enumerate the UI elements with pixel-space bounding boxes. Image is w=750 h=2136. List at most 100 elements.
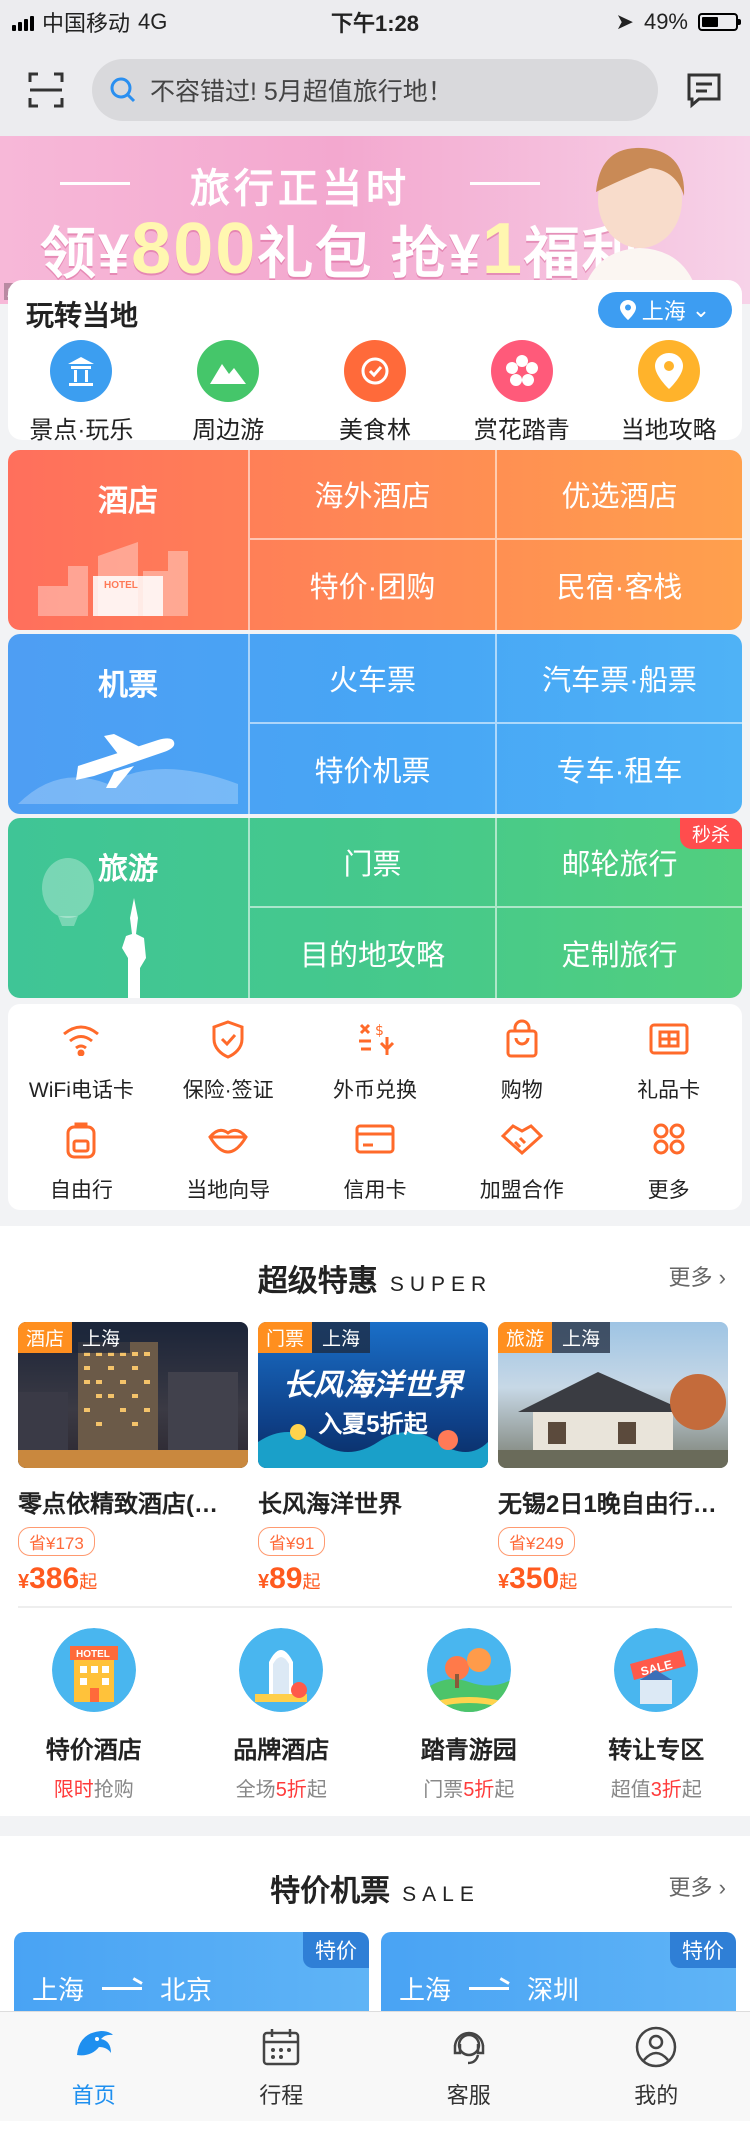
service-local-guide[interactable]: 当地向导 bbox=[155, 1116, 302, 1216]
section-title: 特价机票SALE bbox=[0, 1866, 750, 1910]
promo-special-hotel[interactable]: HOTEL 特价酒店 限时抢购 bbox=[0, 1628, 188, 1802]
tab-home[interactable]: 首页 bbox=[0, 2012, 188, 2121]
svg-text:$: $ bbox=[375, 1023, 384, 1039]
deal-group-buy-button[interactable]: 特价·团购 bbox=[248, 540, 495, 630]
deal-category-tag: 门票 bbox=[258, 1322, 312, 1353]
message-icon[interactable] bbox=[658, 44, 750, 136]
deal-card[interactable]: 酒店上海 零点依精致酒店(… 省¥173 ¥386起 bbox=[18, 1322, 248, 1596]
deal-image: 长风海洋世界 入夏5折起 门票上海 bbox=[258, 1322, 488, 1468]
flight-route: 上海深圳 bbox=[399, 1970, 579, 2007]
local-item-flowers[interactable]: 赏花踏青 bbox=[448, 340, 595, 445]
service-credit-card[interactable]: 信用卡 bbox=[302, 1116, 449, 1216]
flower-icon bbox=[491, 340, 553, 402]
service-label: 更多 bbox=[648, 1174, 690, 1204]
bottom-tab-bar: 首页 行程 客服 我的 bbox=[0, 2011, 750, 2121]
user-icon bbox=[633, 2024, 679, 2070]
service-label: 礼品卡 bbox=[637, 1074, 700, 1104]
city-name: 上海 bbox=[642, 294, 686, 326]
service-more[interactable]: 更多 bbox=[595, 1116, 742, 1216]
service-insurance[interactable]: 保险·签证 bbox=[155, 1016, 302, 1116]
local-item-nearby[interactable]: 周边游 bbox=[155, 340, 302, 445]
service-label: WiFi电话卡 bbox=[29, 1074, 134, 1104]
deal-card[interactable]: 长风海洋世界 入夏5折起 门票上海 长风海洋世界 省¥91 ¥89起 bbox=[258, 1322, 488, 1596]
local-title: 玩转当地 bbox=[26, 294, 138, 334]
local-item-attractions[interactable]: 景点·玩乐 bbox=[8, 340, 155, 445]
deal-city-tag: 上海 bbox=[72, 1322, 130, 1353]
battery-percent: 49% bbox=[644, 9, 688, 35]
service-exchange[interactable]: $外币兑换 bbox=[302, 1016, 449, 1116]
promo-title: 转让专区 bbox=[608, 1730, 704, 1765]
city-selector[interactable]: 上海 ⌄ bbox=[598, 292, 732, 328]
deal-image-subtitle: 入夏5折起 bbox=[258, 1404, 488, 1439]
deal-image: 旅游上海 bbox=[498, 1322, 728, 1468]
bus-ship-ticket-button[interactable]: 汽车票·船票 bbox=[495, 634, 742, 724]
cheap-flight-button[interactable]: 特价机票 bbox=[248, 724, 495, 814]
service-label: 购物 bbox=[501, 1074, 543, 1104]
deal-card[interactable]: 旅游上海 无锡2日1晚自由行… 省¥249 ¥350起 bbox=[498, 1322, 728, 1596]
more-link[interactable]: 更多 › bbox=[669, 1870, 726, 1902]
hotel-building-icon: HOTEL bbox=[38, 526, 208, 616]
tab-label: 首页 bbox=[72, 2078, 116, 2110]
service-free-travel[interactable]: 自由行 bbox=[8, 1116, 155, 1216]
deal-name: 零点依精致酒店(… bbox=[18, 1484, 248, 1519]
guide-icon bbox=[638, 340, 700, 402]
home-dolphin-icon bbox=[71, 2024, 117, 2070]
food-icon bbox=[344, 340, 406, 402]
carrier: 中国移动 bbox=[42, 6, 130, 38]
local-item-guide[interactable]: 当地攻略 bbox=[595, 340, 742, 445]
promo-subtitle: 门票5折起 bbox=[423, 1773, 514, 1802]
handshake-icon bbox=[499, 1116, 545, 1162]
tab-customer-service[interactable]: 客服 bbox=[375, 2012, 563, 2121]
car-rental-button[interactable]: 专车·租车 bbox=[495, 724, 742, 814]
local-item-label: 周边游 bbox=[192, 410, 264, 445]
service-partnership[interactable]: 加盟合作 bbox=[448, 1116, 595, 1216]
promo-transfer-zone[interactable]: SALE 转让专区 超值3折起 bbox=[563, 1628, 750, 1802]
credit-card-icon bbox=[352, 1116, 398, 1162]
scan-icon[interactable] bbox=[0, 44, 92, 136]
airplane-icon bbox=[18, 704, 238, 804]
promo-banner[interactable]: 旅行正当时 领¥800礼包 抢¥1福利 广告 bbox=[0, 136, 750, 304]
tab-my-account[interactable]: 我的 bbox=[563, 2012, 750, 2121]
flight-deal-badge: 特价 bbox=[670, 1932, 736, 1968]
deal-category-tag: 酒店 bbox=[18, 1322, 72, 1353]
guide-lips-icon bbox=[205, 1116, 251, 1162]
service-wifi[interactable]: WiFi电话卡 bbox=[8, 1016, 155, 1116]
brand-hotel-icon bbox=[239, 1628, 323, 1712]
deal-saving-badge: 省¥91 bbox=[258, 1527, 325, 1556]
ticket-button[interactable]: 门票 bbox=[248, 818, 495, 908]
overseas-hotel-button[interactable]: 海外酒店 bbox=[248, 450, 495, 540]
selected-hotel-button[interactable]: 优选酒店 bbox=[495, 450, 742, 540]
service-gift-card[interactable]: 礼品卡 bbox=[595, 1016, 742, 1116]
attraction-icon bbox=[50, 340, 112, 402]
deal-saving-badge: 省¥173 bbox=[18, 1527, 95, 1556]
promo-spring-park[interactable]: 踏青游园 门票5折起 bbox=[375, 1628, 563, 1802]
tour-button[interactable]: 旅游 bbox=[8, 818, 248, 998]
service-shopping[interactable]: 购物 bbox=[448, 1016, 595, 1116]
custom-tour-button[interactable]: 定制旅行 bbox=[495, 908, 742, 998]
tab-itinerary[interactable]: 行程 bbox=[188, 2012, 376, 2121]
search-bar[interactable]: 不容错过! 5月超值旅行地！ bbox=[92, 59, 658, 121]
hotel-button[interactable]: 酒店 HOTEL bbox=[8, 450, 248, 630]
services-grid: WiFi电话卡 保险·签证 $外币兑换 购物 礼品卡 自由行 当地向导 信用卡 … bbox=[8, 1004, 742, 1210]
shopping-bag-icon bbox=[499, 1016, 545, 1062]
destination-guide-button[interactable]: 目的地攻略 bbox=[248, 908, 495, 998]
banner-offer: 领¥800礼包 抢¥1福利 bbox=[40, 208, 640, 290]
more-link[interactable]: 更多 › bbox=[669, 1260, 726, 1292]
homestay-inn-button[interactable]: 民宿·客栈 bbox=[495, 540, 742, 630]
svg-text:HOTEL: HOTEL bbox=[104, 580, 138, 591]
service-label: 当地向导 bbox=[186, 1174, 270, 1204]
deal-saving-badge: 省¥249 bbox=[498, 1527, 575, 1556]
train-ticket-button[interactable]: 火车票 bbox=[248, 634, 495, 724]
local-item-food[interactable]: 美食林 bbox=[302, 340, 449, 445]
chevron-down-icon: ⌄ bbox=[692, 297, 710, 323]
sale-tag-icon: SALE bbox=[614, 1628, 698, 1712]
promo-brand-hotel[interactable]: 品牌酒店 全场5折起 bbox=[188, 1628, 376, 1802]
flight-button[interactable]: 机票 bbox=[8, 634, 248, 814]
search-input[interactable]: 不容错过! 5月超值旅行地！ bbox=[150, 72, 453, 108]
deal-image: 酒店上海 bbox=[18, 1322, 248, 1468]
flight-route: 上海北京 bbox=[32, 1970, 212, 2007]
deal-image-title: 长风海洋世界 bbox=[258, 1360, 488, 1404]
promo-subtitle: 限时抢购 bbox=[54, 1773, 134, 1802]
battery-icon bbox=[698, 13, 738, 31]
gift-card-icon bbox=[646, 1016, 692, 1062]
